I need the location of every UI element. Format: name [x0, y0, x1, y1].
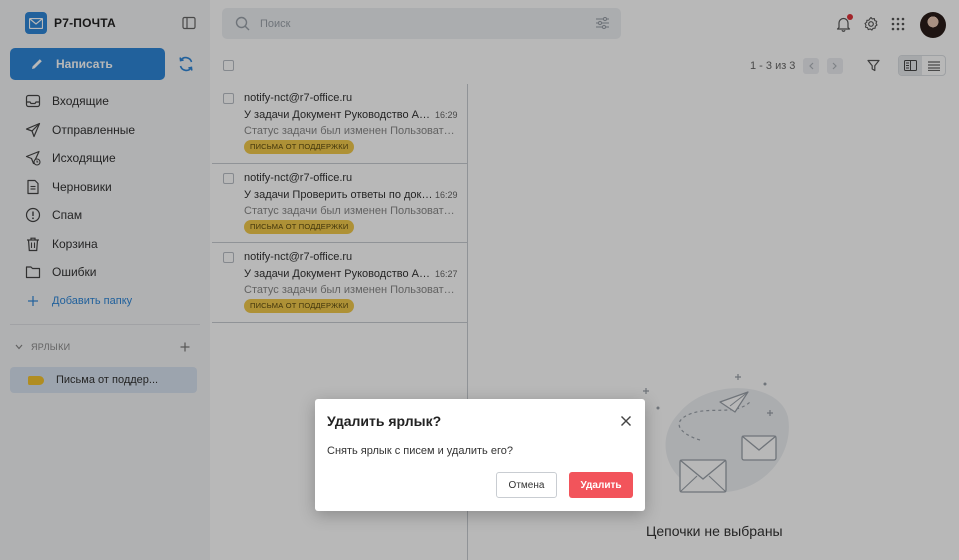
cancel-button[interactable]: Отмена [496, 472, 557, 498]
delete-button[interactable]: Удалить [569, 472, 633, 498]
mail-app: Р7-ПОЧТА Написать Входящие Отправленные … [0, 0, 959, 560]
close-icon[interactable] [620, 415, 632, 427]
dialog-title: Удалить ярлык? [327, 413, 442, 429]
delete-label-dialog: Удалить ярлык? Снять ярлык с писем и уда… [315, 399, 645, 511]
dialog-message: Снять ярлык с писем и удалить его? [327, 445, 513, 457]
